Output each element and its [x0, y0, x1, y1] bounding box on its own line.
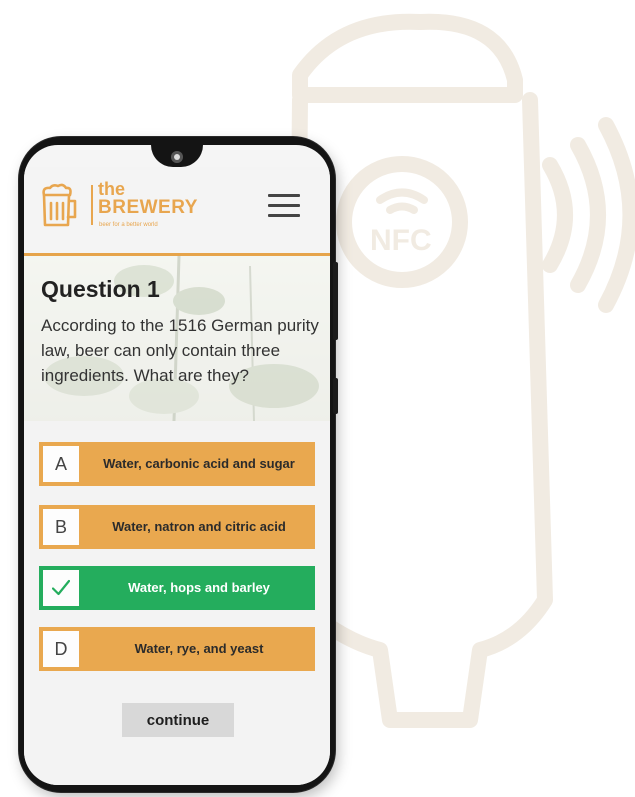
answer-letter: D	[43, 631, 79, 667]
answer-letter: A	[43, 446, 79, 482]
continue-button[interactable]: continue	[122, 703, 234, 737]
app-header: the BREWERY beer for a better world	[24, 167, 330, 256]
phone-screen: the BREWERY beer for a better world Ques…	[24, 145, 330, 785]
power-button	[333, 378, 338, 414]
answer-text: Water, hops and barley	[128, 580, 270, 595]
question-title: Question 1	[41, 276, 160, 302]
front-camera	[171, 151, 183, 163]
brand-name: BREWERY	[98, 197, 198, 218]
answer-check-box	[43, 570, 79, 606]
brand-tagline: beer for a better world	[99, 222, 158, 228]
answer-text: Water, natron and citric acid	[112, 519, 286, 534]
answer-letter: B	[43, 509, 79, 545]
answer-option-c-correct[interactable]: Water, hops and barley	[39, 566, 315, 610]
answer-text: Water, carbonic acid and sugar	[103, 456, 295, 471]
volume-button	[333, 262, 338, 340]
answer-option-a[interactable]: A Water, carbonic acid and sugar	[39, 442, 315, 486]
brand-the: the	[98, 179, 125, 199]
checkmark-icon	[52, 579, 70, 596]
hamburger-menu-icon[interactable]	[268, 194, 300, 218]
answer-option-b[interactable]: B Water, natron and citric acid	[39, 505, 315, 549]
nfc-label: NFC	[370, 224, 432, 257]
logo-separator	[91, 185, 93, 225]
question-text: According to the 1516 German purity law,…	[41, 316, 319, 385]
answer-text: Water, rye, and yeast	[134, 641, 264, 656]
beer-mug-icon	[42, 183, 77, 227]
answer-option-d[interactable]: D Water, rye, and yeast	[39, 627, 315, 671]
question-hero: Question 1 According to the 1516 German …	[24, 256, 330, 421]
